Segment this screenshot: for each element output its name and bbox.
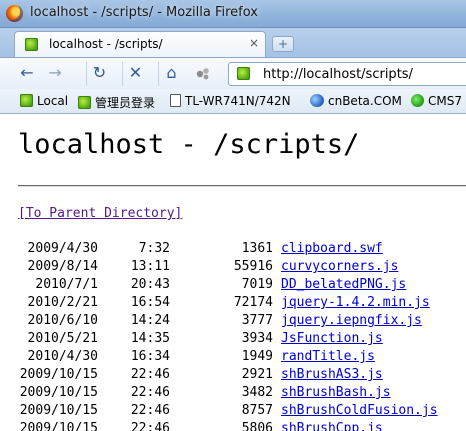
file-listing: 2009/4/30 7:32 1361 clipboard.swf 2009/8… xyxy=(0,241,466,431)
file-size: 72174 xyxy=(233,295,273,310)
file-size: 2921 xyxy=(241,367,273,382)
file-link[interactable]: shBrushAS3.js xyxy=(281,367,383,382)
file-link[interactable]: clipboard.swf xyxy=(281,241,383,256)
file-row: 2010/4/30 16:34 1949 randTitle.js xyxy=(0,349,466,367)
file-date: 2009/10/15 xyxy=(19,385,98,400)
file-time: 14:35 xyxy=(130,331,170,346)
file-row: 2009/10/15 22:46 5806 shBrushCpp.js xyxy=(0,421,466,431)
file-row: 2009/4/30 7:32 1361 clipboard.swf xyxy=(0,241,466,259)
reload-button[interactable]: ↻ xyxy=(86,62,112,86)
file-row: 2009/10/15 22:46 8757 shBrushColdFusion.… xyxy=(0,403,466,421)
file-size: 8757 xyxy=(241,403,273,418)
back-button[interactable]: ← xyxy=(14,62,40,86)
new-tab-button[interactable]: + xyxy=(272,36,294,52)
file-date: 2009/10/15 xyxy=(19,403,98,418)
file-row: 2010/6/10 14:24 3777 jquery.iepngfix.js xyxy=(0,313,466,331)
file-date: 2010/5/21 xyxy=(27,331,98,346)
file-date: 2010/4/30 xyxy=(27,349,98,364)
bookmark-admin-login[interactable]: 管理员登录 xyxy=(78,94,155,111)
cms-icon xyxy=(411,94,424,107)
file-link[interactable]: jquery-1.4.2.min.js xyxy=(281,295,430,310)
home-button[interactable]: ⌂ xyxy=(158,62,184,86)
cnbeta-icon xyxy=(310,94,324,107)
bookmark-local[interactable]: Local xyxy=(20,94,68,108)
favicon-leaf-icon xyxy=(25,38,38,51)
file-link[interactable]: shBrushColdFusion.js xyxy=(281,403,438,418)
file-date: 2009/10/15 xyxy=(19,421,98,431)
file-date: 2009/10/15 xyxy=(19,367,98,382)
file-size: 3777 xyxy=(241,313,273,328)
file-size: 3934 xyxy=(241,331,273,346)
file-time: 22:46 xyxy=(130,403,170,418)
window-titlebar: localhost - /scripts/ - Mozilla Firefox xyxy=(0,0,466,28)
file-date: 2010/6/10 xyxy=(27,313,98,328)
file-row: 2010/5/21 14:35 3934 JsFunction.js xyxy=(0,331,466,349)
file-link[interactable]: randTitle.js xyxy=(281,349,375,364)
url-text[interactable]: http://localhost/scripts/ xyxy=(263,67,413,82)
file-date: 2010/7/1 xyxy=(35,277,98,292)
file-size: 7019 xyxy=(241,277,273,292)
leaf-icon xyxy=(78,96,91,109)
addon-icon[interactable] xyxy=(190,62,216,86)
file-time: 14:24 xyxy=(130,313,170,328)
file-link[interactable]: DD_belatedPNG.js xyxy=(281,277,406,292)
file-row: 2010/7/1 20:43 7019 DD_belatedPNG.js xyxy=(0,277,466,295)
divider xyxy=(18,185,466,187)
bookmark-cms7[interactable]: CMS7 xyxy=(411,94,462,108)
file-time: 16:34 xyxy=(130,349,170,364)
file-time: 22:46 xyxy=(130,385,170,400)
file-row: 2009/10/15 22:46 2921 shBrushAS3.js xyxy=(0,367,466,385)
file-time: 13:11 xyxy=(130,259,170,274)
file-link[interactable]: curvycorners.js xyxy=(281,259,398,274)
url-favicon-leaf-icon xyxy=(237,67,250,80)
close-tab-icon[interactable]: × xyxy=(249,36,259,50)
tab-localhost-scripts[interactable]: localhost - /scripts/ × xyxy=(14,31,266,57)
file-time: 22:46 xyxy=(130,367,170,382)
file-size: 55916 xyxy=(233,259,273,274)
file-date: 2010/2/21 xyxy=(27,295,98,310)
page-content: localhost - /scripts/ [To Parent Directo… xyxy=(0,115,466,431)
file-link[interactable]: shBrushCpp.js xyxy=(281,421,383,431)
file-size: 3482 xyxy=(241,385,273,400)
file-time: 16:54 xyxy=(130,295,170,310)
file-row: 2010/2/21 16:54 72174 jquery-1.4.2.min.j… xyxy=(0,295,466,313)
parent-directory-link[interactable]: [To Parent Directory] xyxy=(18,206,182,221)
navigation-toolbar: ← → ↻ ✕ ⌂ http://localhost/scripts/ xyxy=(0,57,466,89)
file-time: 22:46 xyxy=(130,421,170,431)
file-link[interactable]: JsFunction.js xyxy=(281,331,383,346)
tab-label: localhost - /scripts/ xyxy=(49,37,163,51)
file-date: 2009/4/30 xyxy=(27,241,98,256)
file-row: 2009/8/14 13:11 55916 curvycorners.js xyxy=(0,259,466,277)
bookmark-tl-wr741n[interactable]: TL-WR741N/742N xyxy=(170,94,291,108)
bookmarks-toolbar: Local 管理员登录 TL-WR741N/742N cnBeta.COM CM… xyxy=(0,89,466,114)
page-heading: localhost - /scripts/ xyxy=(18,129,360,160)
file-link[interactable]: shBrushBash.js xyxy=(281,385,391,400)
file-date: 2009/8/14 xyxy=(27,259,98,274)
file-size: 1361 xyxy=(241,241,273,256)
bookmark-cnbeta[interactable]: cnBeta.COM xyxy=(310,94,402,108)
page-icon xyxy=(170,94,181,107)
file-size: 5806 xyxy=(241,421,273,431)
file-time: 7:32 xyxy=(138,241,170,256)
tab-strip: localhost - /scripts/ × + xyxy=(0,28,466,57)
leaf-icon xyxy=(20,94,33,107)
file-time: 20:43 xyxy=(130,277,170,292)
window-title: localhost - /scripts/ - Mozilla Firefox xyxy=(30,5,258,20)
file-size: 1949 xyxy=(241,349,273,364)
url-bar[interactable]: http://localhost/scripts/ xyxy=(228,62,466,86)
firefox-logo-icon xyxy=(6,5,23,22)
file-row: 2009/10/15 22:46 3482 shBrushBash.js xyxy=(0,385,466,403)
stop-button[interactable]: ✕ xyxy=(122,62,148,86)
forward-button[interactable]: → xyxy=(42,62,68,86)
file-link[interactable]: jquery.iepngfix.js xyxy=(281,313,422,328)
